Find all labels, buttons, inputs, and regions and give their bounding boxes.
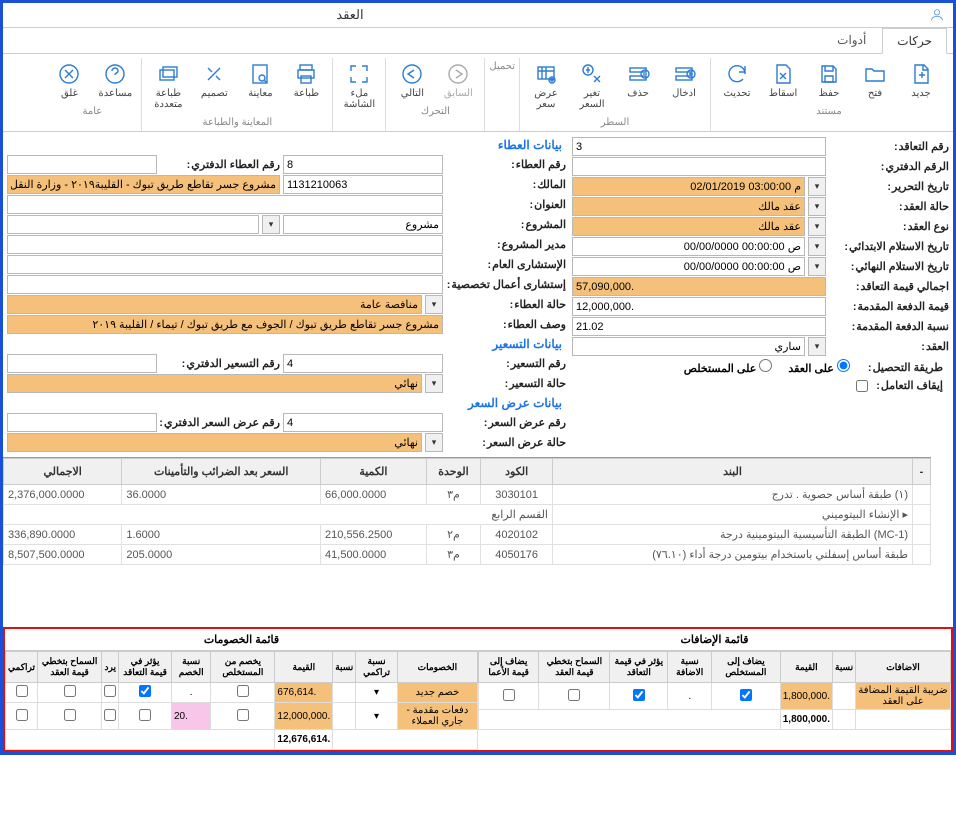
deductions-grid[interactable]: الخصوماتنسبة تراكمينسبةالقيمةيخصم من الم… — [5, 651, 478, 750]
price-no-input[interactable] — [283, 354, 443, 373]
radio-on-extract[interactable]: على المستخلص — [684, 359, 773, 375]
radio-on-contract[interactable]: على العقد — [788, 359, 850, 375]
new-button[interactable]: جديد — [899, 58, 943, 103]
owner-desc-input[interactable] — [7, 175, 280, 194]
open-button[interactable]: فتح — [853, 58, 897, 103]
drop-button[interactable]: اسقاط — [761, 58, 805, 103]
bid-no-input[interactable] — [283, 155, 443, 174]
contract-state-input[interactable] — [572, 337, 805, 356]
change-price-button[interactable]: تغير السعر — [570, 58, 614, 114]
offer-status-input[interactable] — [7, 433, 422, 452]
owner-code-input[interactable] — [283, 175, 443, 194]
ribbon: جديد فتح حفظ اسقاط تحديث مستند ادخال حذف… — [3, 54, 953, 132]
ledger-no-input[interactable] — [572, 157, 826, 176]
spec-cons-input[interactable] — [7, 275, 443, 294]
insert-row-button[interactable]: ادخال — [662, 58, 706, 114]
type-input[interactable] — [572, 217, 805, 236]
multi-print-button[interactable]: طباعة متعددة — [146, 58, 190, 114]
deductions-title: قائمة الخصومات — [5, 629, 478, 651]
tab-transactions[interactable]: حركات — [882, 28, 947, 54]
total-val-input[interactable] — [572, 277, 826, 296]
help-button[interactable]: مساعدة — [93, 58, 137, 103]
bid-ledger-input[interactable] — [7, 155, 157, 174]
tab-tools[interactable]: أدوات — [823, 28, 880, 53]
offer-no-input[interactable] — [283, 413, 443, 432]
pm-input[interactable] — [7, 235, 443, 254]
table-row: طبقة أساس إسفلتي باستخدام بيتومين درجة أ… — [4, 545, 931, 565]
next-button[interactable]: التالي — [390, 58, 434, 103]
additions-grid[interactable]: الاضافاتنسبةالقيمةيضاف إلى المستخلصنسبة … — [478, 651, 951, 730]
delete-row-button[interactable]: حذف — [616, 58, 660, 114]
edit-date-input[interactable] — [572, 177, 805, 196]
window-title: العقد — [336, 7, 363, 23]
fullscreen-button[interactable]: ملء الشاشة — [337, 58, 381, 114]
preview-button[interactable]: معاينة — [238, 58, 282, 114]
init-recv-input[interactable] — [572, 237, 805, 256]
user-icon — [929, 7, 945, 23]
main-tabs: حركات أدوات — [3, 28, 953, 54]
address-input[interactable] — [7, 195, 443, 214]
date-dd[interactable]: ▾ — [808, 177, 826, 196]
table-row: (١) طبقة أساس حصوية . تدرج3030101م٣66,00… — [4, 485, 931, 505]
close-button[interactable]: غلق — [47, 58, 91, 103]
adv-val-input[interactable] — [572, 297, 826, 316]
additions-title: قائمة الإضافات — [478, 629, 951, 651]
titlebar: العقد — [3, 3, 953, 28]
contract-no-input[interactable] — [572, 137, 826, 156]
price-status-input[interactable] — [7, 374, 422, 393]
refresh-button[interactable]: تحديث — [715, 58, 759, 103]
items-grid[interactable]: - البند الكود الوحدة الكمية السعر بعد ال… — [3, 457, 931, 627]
project-input[interactable] — [283, 215, 443, 234]
status-input[interactable] — [572, 197, 805, 216]
bid-desc-input[interactable] — [7, 315, 443, 334]
stop-checkbox[interactable] — [856, 380, 868, 392]
design-button[interactable]: تصميم — [192, 58, 236, 114]
prev-button: السابق — [436, 58, 480, 103]
adv-pct-input[interactable] — [572, 317, 826, 336]
table-row: (MC-1) الطبقة التأسيسية البيتومينية درجة… — [4, 525, 931, 545]
print-button[interactable]: طباعة — [284, 58, 328, 114]
table-row: ▸ الإنشاء البيتومينيالقسم الرابع — [4, 505, 931, 525]
final-recv-input[interactable] — [572, 257, 805, 276]
show-price-button[interactable]: عرض سعر — [524, 58, 568, 114]
gen-cons-input[interactable] — [7, 255, 443, 274]
bid-status-input[interactable] — [7, 295, 422, 314]
save-button[interactable]: حفظ — [807, 58, 851, 103]
